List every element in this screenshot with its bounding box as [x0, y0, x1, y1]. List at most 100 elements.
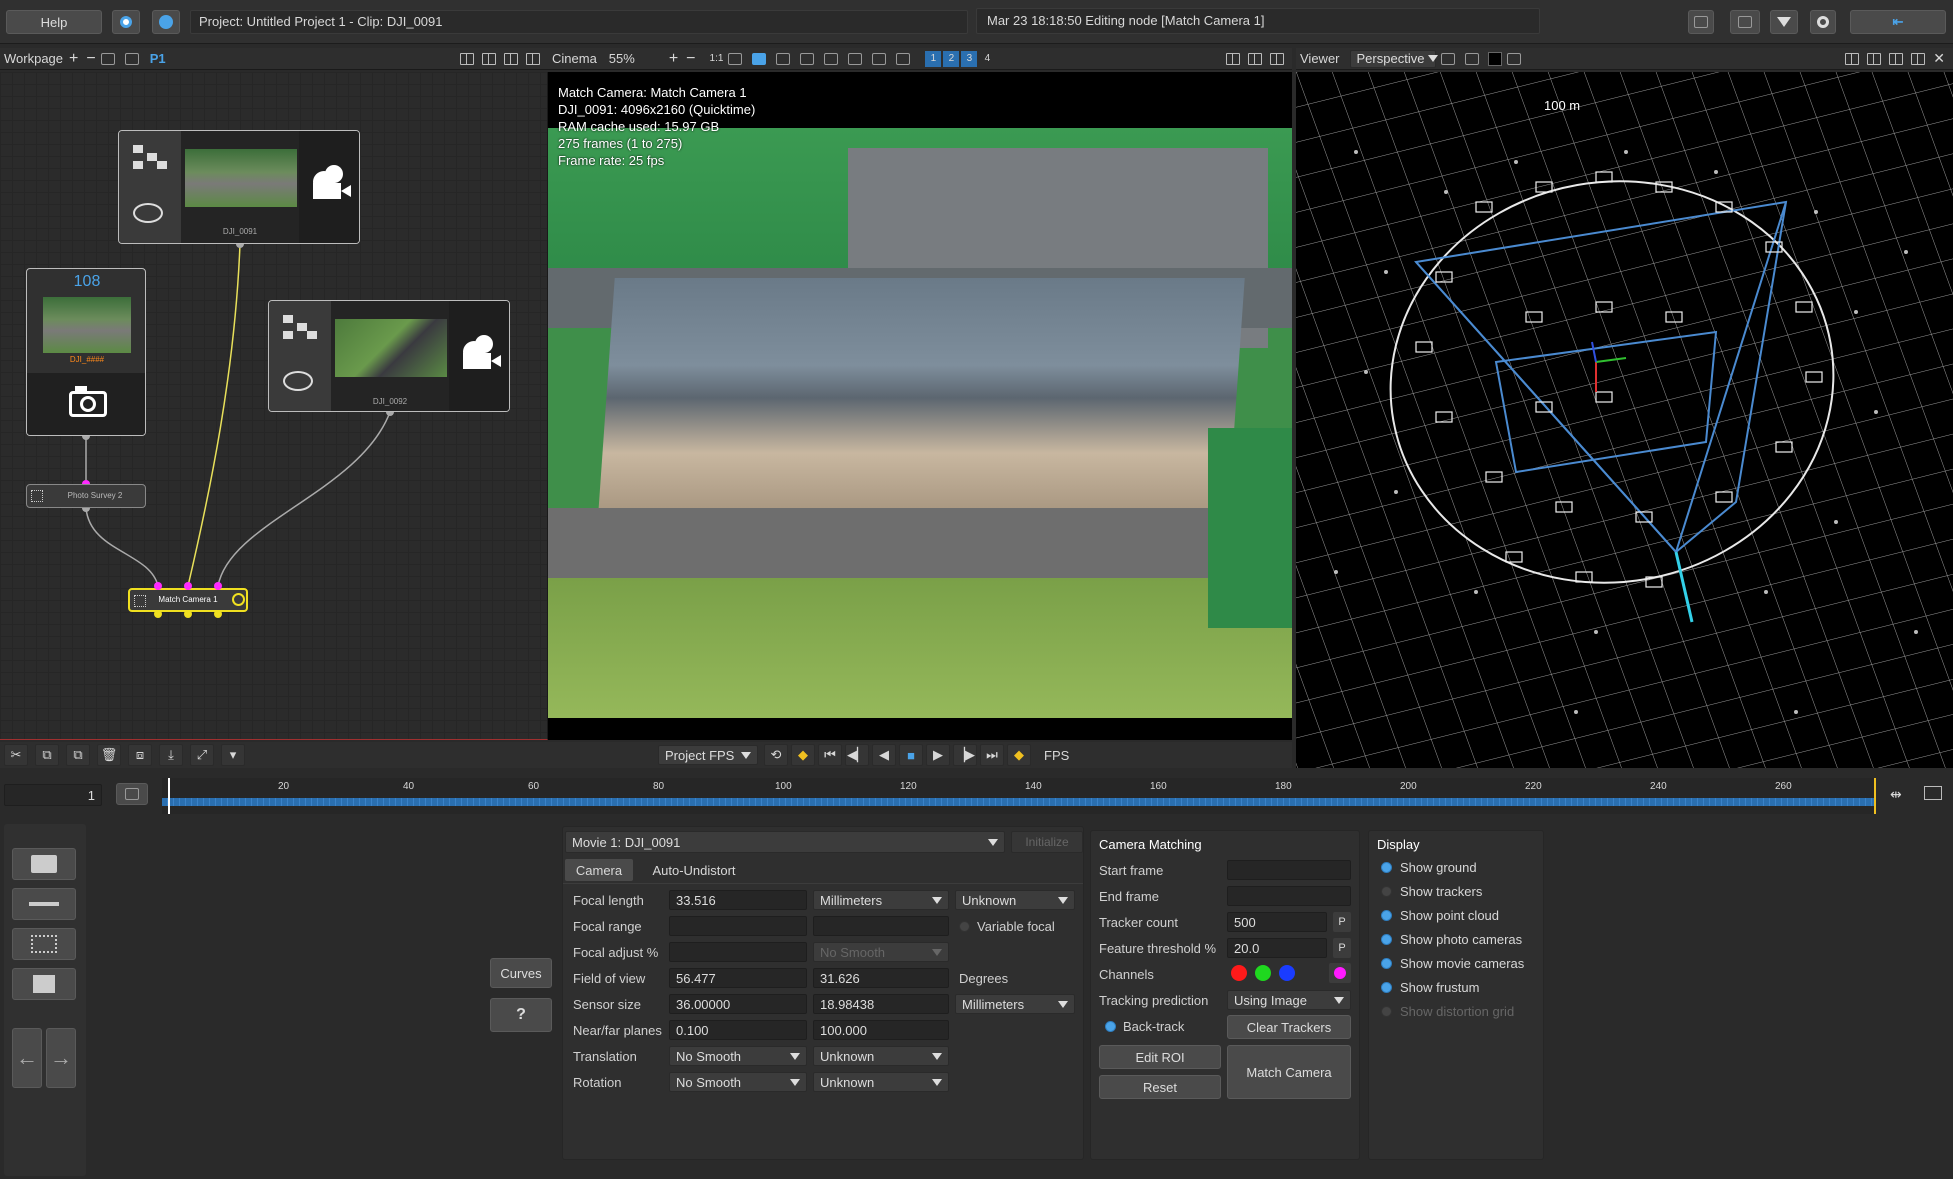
- last-frame-icon[interactable]: ⏭: [980, 744, 1004, 766]
- close-icon[interactable]: ✕: [1933, 50, 1945, 67]
- copy-icon[interactable]: ⧉: [35, 744, 59, 766]
- safe-frame-icon[interactable]: [776, 52, 791, 65]
- add-icon[interactable]: +: [69, 50, 78, 68]
- show-frustum-radio[interactable]: [1381, 981, 1392, 993]
- fit-icon[interactable]: [1464, 52, 1479, 65]
- view-3-button[interactable]: 3: [961, 50, 978, 67]
- blue-channel-toggle[interactable]: [1279, 965, 1295, 981]
- split-vertical-icon[interactable]: [1226, 52, 1240, 65]
- photo-survey-node[interactable]: Photo Survey 2: [26, 484, 146, 508]
- brightness-icon[interactable]: [728, 52, 743, 65]
- pin-icon[interactable]: ⇤: [1850, 10, 1946, 34]
- show-ground-option[interactable]: Show ground: [1381, 855, 1524, 879]
- tab-auto-undistort[interactable]: Auto-Undistort: [639, 859, 749, 881]
- show-photo-cameras-option[interactable]: Show photo cameras: [1381, 927, 1524, 951]
- curves-button[interactable]: Curves: [490, 958, 552, 988]
- user-icon[interactable]: [112, 10, 140, 34]
- feature-threshold-field[interactable]: 20.0: [1227, 938, 1327, 958]
- show-movie-cameras-radio[interactable]: [1381, 957, 1392, 969]
- page-tab-p1[interactable]: P1: [150, 51, 166, 66]
- fov-horizontal-field[interactable]: 56.477: [669, 968, 807, 988]
- keyboard-icon[interactable]: [116, 783, 148, 805]
- out-marker[interactable]: [1874, 778, 1876, 814]
- focal-length-field[interactable]: 33.516: [669, 890, 807, 910]
- tracker-count-field[interactable]: 500: [1227, 912, 1327, 932]
- help-button[interactable]: Help: [6, 10, 102, 34]
- match-camera-button[interactable]: Match Camera: [1227, 1045, 1351, 1099]
- stop-icon[interactable]: ■: [899, 744, 923, 766]
- accessibility-icon[interactable]: [152, 10, 180, 34]
- set-out-icon[interactable]: ◆: [1007, 744, 1031, 766]
- mask-icon[interactable]: [824, 52, 839, 65]
- alpha-channel-toggle[interactable]: [1329, 963, 1351, 983]
- movie-node-dji-0091[interactable]: DJI_0091: [118, 130, 360, 244]
- node-graph[interactable]: DJI_0091 DJI_0092 108 DJI_#### Photo Sur…: [0, 72, 548, 740]
- near-plane-field[interactable]: 0.100: [669, 1020, 807, 1040]
- translation-smooth-select[interactable]: No Smooth: [669, 1046, 807, 1066]
- end-frame-field[interactable]: [1227, 886, 1351, 906]
- import-icon[interactable]: ⤓: [159, 744, 183, 766]
- split-vertical-icon[interactable]: [1845, 52, 1860, 65]
- viewer-3d-viewport[interactable]: 100 m: [1296, 72, 1953, 768]
- add-output-icon[interactable]: [232, 593, 245, 606]
- group-icon[interactable]: ⧈: [128, 744, 152, 766]
- split-horizontal-icon[interactable]: [1248, 52, 1262, 65]
- back-track-radio[interactable]: [1105, 1021, 1116, 1032]
- forward-arrow-icon[interactable]: →: [46, 1028, 76, 1088]
- far-plane-field[interactable]: 100.000: [813, 1020, 949, 1040]
- menu-list-icon[interactable]: [1730, 10, 1760, 34]
- step-forward-icon[interactable]: ▕▶: [953, 744, 977, 766]
- first-frame-icon[interactable]: ⏮: [818, 744, 842, 766]
- detach-icon[interactable]: [1889, 52, 1904, 65]
- show-photo-cameras-radio[interactable]: [1381, 933, 1392, 945]
- lock-icon[interactable]: [896, 52, 911, 65]
- sensor-unit-select[interactable]: Millimeters: [955, 994, 1075, 1014]
- variable-focal-radio[interactable]: [959, 921, 970, 932]
- more-icon[interactable]: ▾: [221, 744, 245, 766]
- fov-vertical-field[interactable]: 31.626: [813, 968, 949, 988]
- clear-trackers-button[interactable]: Clear Trackers: [1227, 1015, 1351, 1039]
- focal-range-min-field[interactable]: [669, 916, 807, 936]
- render-icon[interactable]: [1506, 52, 1521, 65]
- edit-roi-button[interactable]: Edit ROI: [1099, 1045, 1221, 1069]
- feature-threshold-p-button[interactable]: P: [1333, 938, 1351, 958]
- focal-adjust-field[interactable]: [669, 942, 807, 962]
- export-icon[interactable]: [124, 52, 139, 65]
- camera-view-icon[interactable]: [1440, 52, 1455, 65]
- match-camera-node[interactable]: Match Camera 1: [128, 588, 248, 612]
- view-1-button[interactable]: 1: [925, 50, 942, 67]
- show-trackers-option[interactable]: Show trackers: [1381, 879, 1524, 903]
- slider-icon[interactable]: [12, 888, 76, 920]
- set-in-icon[interactable]: ◆: [791, 744, 815, 766]
- layout-icon[interactable]: [1688, 10, 1714, 34]
- show-trackers-radio[interactable]: [1381, 885, 1392, 897]
- clapper-icon[interactable]: [12, 848, 76, 880]
- view-2-button[interactable]: 2: [943, 50, 960, 67]
- show-movie-cameras-option[interactable]: Show movie cameras: [1381, 951, 1524, 975]
- red-channel-toggle[interactable]: [1231, 965, 1247, 981]
- maximize-icon[interactable]: [526, 52, 540, 65]
- translation-status-select[interactable]: Unknown: [813, 1046, 949, 1066]
- play-reverse-icon[interactable]: ◀: [872, 744, 896, 766]
- sensor-height-field[interactable]: 18.98438: [813, 994, 949, 1014]
- show-point-cloud-option[interactable]: Show point cloud: [1381, 903, 1524, 927]
- movie-select[interactable]: Movie 1: DJI_0091: [565, 831, 1005, 853]
- note-icon[interactable]: [12, 968, 76, 1000]
- duplicate-icon[interactable]: [100, 52, 115, 65]
- timeline-ruler[interactable]: 20 40 60 80 100 120 140 160 180 200 220 …: [162, 778, 1876, 814]
- back-arrow-icon[interactable]: ←: [12, 1028, 42, 1088]
- sensor-width-field[interactable]: 36.00000: [669, 994, 807, 1014]
- tracking-prediction-select[interactable]: Using Image: [1227, 990, 1351, 1010]
- rotation-status-select[interactable]: Unknown: [813, 1072, 949, 1092]
- zoom-in-icon[interactable]: +: [669, 50, 678, 68]
- show-frustum-option[interactable]: Show frustum: [1381, 975, 1524, 999]
- focal-length-status-select[interactable]: Unknown: [955, 890, 1075, 910]
- loop-icon[interactable]: ⟲: [764, 744, 788, 766]
- paste-icon[interactable]: ⧉: [66, 744, 90, 766]
- tracker-count-p-button[interactable]: P: [1333, 912, 1351, 932]
- start-frame-field[interactable]: [1227, 860, 1351, 880]
- remove-icon[interactable]: −: [86, 50, 95, 68]
- background-color-swatch[interactable]: [1487, 51, 1502, 66]
- show-point-cloud-radio[interactable]: [1381, 909, 1392, 921]
- delete-icon[interactable]: 🗑: [97, 744, 121, 766]
